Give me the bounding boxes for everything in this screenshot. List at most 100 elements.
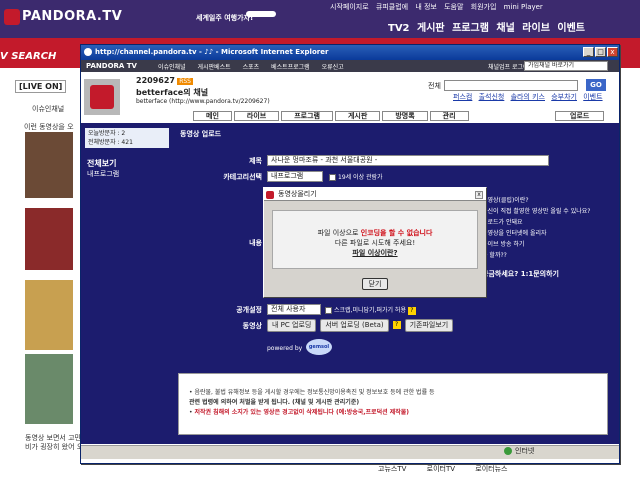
search-go-button[interactable]: GO — [586, 79, 606, 91]
sublink[interactable]: 출석신청 — [479, 93, 505, 101]
channel-bar-link[interactable]: 베스트프로그램 — [271, 64, 310, 71]
total-visitors: 전체방문자 : 421 — [88, 139, 133, 146]
side-menu: 전체보기 내프로그램 — [87, 158, 119, 180]
sublink[interactable]: 승부차기 — [551, 93, 577, 101]
tab-live[interactable]: 라이브 — [233, 111, 280, 121]
recent-videos-label: 이런 동영상을 오 — [24, 123, 74, 131]
top-link[interactable]: 큐피클럽에 — [376, 3, 408, 11]
scrap-checkbox-label: 스크랩,미니담기,퍼가기 허용 — [334, 307, 406, 314]
adult-checkbox[interactable] — [329, 174, 336, 181]
site-slogan: 세계일주 여행가자! — [196, 14, 254, 22]
title-label: 제목 — [249, 157, 262, 165]
pandora-logo-icon — [90, 85, 114, 109]
notice-line: • 저작권 침해의 소지가 있는 영상은 경고없이 삭제됩니다 (예:방송국,프… — [189, 409, 410, 416]
scrap-checkbox[interactable] — [325, 307, 332, 314]
channel-sublinks: 퍼스컴 출석신청 솔라의 키스 승부차기 이벤트 — [453, 92, 607, 102]
sublink[interactable]: 솔라의 키스 — [511, 93, 545, 101]
top-link[interactable]: 회원가입 — [471, 3, 497, 11]
top-link[interactable]: 내 정보 — [415, 3, 437, 11]
public-label: 공개설정 — [236, 306, 262, 314]
help-link[interactable]: 동영상(클립)이란? — [482, 195, 590, 206]
airplane-icon — [246, 11, 276, 17]
channel-bar-link[interactable]: 이슈인채널 — [158, 64, 186, 71]
channel-bar-link[interactable]: 게시판베스트 — [198, 64, 231, 71]
site-logo[interactable]: PANDORA.TV — [22, 9, 122, 24]
help-link[interactable]: 라이브 방송 하기 — [482, 239, 590, 250]
live-on-badge[interactable]: [LIVE ON] — [15, 80, 67, 93]
dialog-msg-prefix: 파일 이상으로 — [317, 229, 361, 237]
status-bar — [81, 445, 619, 459]
help-link[interactable]: 업로드가 안돼요 — [482, 217, 590, 228]
video-thumbnail[interactable] — [25, 208, 73, 270]
tab-main[interactable]: 메인 — [193, 111, 232, 121]
notice-line[interactable]: 관련 법령에 의하여 처벌을 받게 됩니다. (채널 및 게시판 관리기준) — [189, 398, 604, 408]
nav-item[interactable]: 게시판 — [417, 23, 445, 34]
nav-item[interactable]: 라이브 — [522, 23, 550, 34]
subscribed-channel-select[interactable]: 가입채널 바로가기 — [524, 61, 608, 71]
maximize-button[interactable]: □ — [595, 47, 606, 57]
top-link[interactable]: 도움말 — [444, 3, 463, 11]
title-input[interactable]: 사나운 멍마조류 - 과천 서울대공원 - — [267, 155, 549, 166]
visitor-stats: 오늘방문자 : 2 전체방문자 : 421 — [85, 128, 169, 148]
close-button[interactable]: x — [607, 47, 618, 57]
video-thumbnail[interactable] — [25, 132, 73, 198]
bottom-link[interactable]: 로이터뉴스 — [475, 465, 507, 473]
channel-bar-link[interactable]: 스포츠 — [243, 64, 260, 71]
channel-id: 2209627 RSS — [136, 76, 193, 85]
site-nav: TV2 게시판 프로그램 채널 라이브 이벤트 — [388, 19, 589, 34]
channel-bar-link[interactable]: 오류신고 — [322, 64, 344, 71]
pc-upload-button[interactable]: 내 PC 업로딩 — [267, 319, 317, 332]
tab-program[interactable]: 프로그램 — [281, 111, 333, 121]
bottom-links: 고뉴스TV 로이터TV 로이터뉴스 — [378, 464, 507, 474]
nav-item[interactable]: TV2 — [388, 23, 410, 34]
minimize-button[interactable]: _ — [583, 47, 594, 57]
server-upload-button[interactable]: 서버 업로딩 (Beta) — [320, 319, 389, 332]
gemsol-logo: gemsol — [306, 339, 332, 355]
sublink[interactable]: 이벤트 — [583, 93, 602, 101]
issue-channel-tab[interactable]: 이슈인채널 — [32, 104, 64, 114]
dialog-close-icon[interactable]: x — [475, 191, 483, 199]
help-icon[interactable]: ? — [392, 321, 401, 329]
dialog-close-button[interactable]: 닫기 — [362, 278, 388, 290]
bottom-link[interactable]: 고뉴스TV — [378, 465, 406, 473]
help-link[interactable]: 자신이 직접 촬영한 영상만 올릴 수 있나요? — [482, 206, 590, 217]
tab-board[interactable]: 게시판 — [334, 111, 381, 121]
existing-files-button[interactable]: 기존파일보기 — [404, 319, 454, 332]
qa-link[interactable]: 궁금하세요? 1:1문의하기 — [482, 269, 559, 279]
channel-bar-logo[interactable]: PANDORA TV — [86, 62, 137, 70]
help-links: 동영상(클립)이란? 자신이 직접 촬영한 영상만 올릴 수 있나요? 업로드가… — [482, 195, 590, 261]
search-banner-label: V SEARCH — [0, 51, 57, 62]
dialog-title: 동영상올리기 — [264, 188, 486, 201]
bottom-link[interactable]: 로이터TV — [427, 465, 455, 473]
video-thumbnail[interactable] — [25, 280, 73, 350]
dialog-file-help-link[interactable]: 파일 이상이란? — [272, 248, 478, 258]
sublink[interactable]: 퍼스컴 — [453, 93, 472, 101]
window-controls: _ □ x — [582, 47, 618, 57]
dialog-message: 파일 이상으로 인코딩을 할 수 없습니다 다른 파일로 시도해 주세요! 파일… — [272, 228, 478, 258]
nav-item[interactable]: 채널 — [496, 23, 514, 34]
top-link[interactable]: mini Player — [504, 3, 543, 11]
top-link[interactable]: 시작페이지로 — [330, 3, 369, 11]
side-menu-all[interactable]: 전체보기 — [87, 158, 119, 169]
public-select[interactable]: 전체 사용자 — [267, 304, 321, 315]
help-link[interactable]: 동영상을 인터넷에 올리자 — [482, 228, 590, 239]
rss-badge[interactable]: RSS — [177, 78, 193, 85]
help-icon[interactable]: ? — [407, 306, 416, 315]
channel-name: betterface의 채널 — [136, 88, 209, 97]
tab-upload[interactable]: 업로드 — [555, 111, 605, 121]
tab-guestbook[interactable]: 방명록 — [382, 111, 428, 121]
category-select[interactable]: 내프로그램 — [267, 171, 323, 182]
nav-item[interactable]: 이벤트 — [557, 23, 585, 34]
adult-checkbox-label: 19세 이상 관람가 — [338, 174, 383, 181]
help-link[interactable]: 꼭 할까?? — [482, 250, 590, 261]
nav-item[interactable]: 프로그램 — [452, 23, 489, 34]
uploader-label: 동영상 — [242, 322, 262, 330]
video-thumbnail[interactable] — [25, 354, 73, 424]
side-menu-my-program[interactable]: 내프로그램 — [87, 169, 119, 180]
section-title: 동영상 업로드 — [180, 130, 222, 138]
channel-url[interactable]: betterface (http://www.pandora.tv/220962… — [136, 98, 270, 105]
tab-manage[interactable]: 관리 — [429, 111, 469, 121]
notice-line: • 음란물, 불법 유해정보 등을 게시할 경우에는 정보통신망이용촉진 및 정… — [189, 389, 435, 396]
dialog-icon — [266, 191, 274, 199]
channel-search-input[interactable] — [444, 80, 578, 91]
